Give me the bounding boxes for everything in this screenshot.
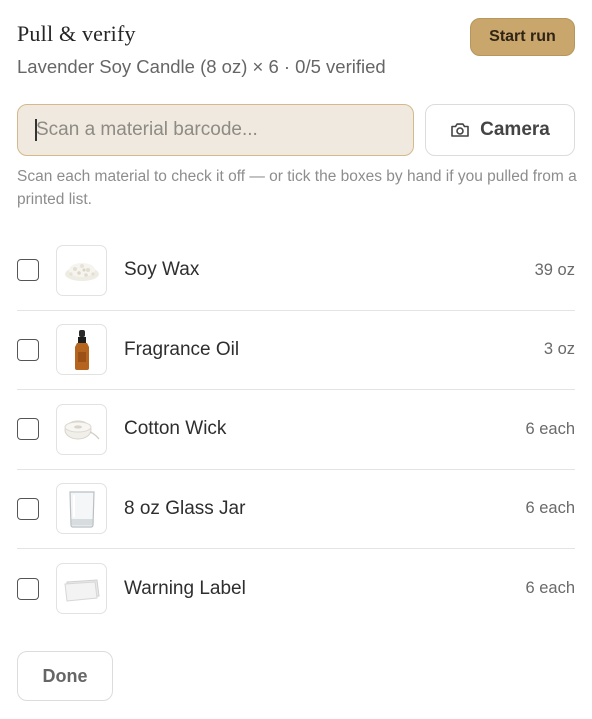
list-item: 8 oz Glass Jar 6 each: [17, 470, 575, 549]
material-name: Cotton Wick: [124, 418, 227, 440]
material-checkbox[interactable]: [17, 418, 39, 441]
material-name: Warning Label: [124, 577, 246, 599]
amber-dropper-bottle-icon: [56, 324, 107, 376]
material-quantity: 6 each: [525, 499, 575, 518]
camera-button-label: Camera: [480, 119, 550, 140]
material-checkbox[interactable]: [17, 338, 39, 361]
barcode-scan-input[interactable]: [17, 104, 414, 156]
material-quantity: 6 each: [525, 579, 575, 598]
done-button[interactable]: Done: [17, 651, 113, 701]
list-item: Cotton Wick 6 each: [17, 390, 575, 470]
soy-wax-flakes-icon: [56, 244, 107, 296]
material-name: 8 oz Glass Jar: [124, 497, 246, 519]
material-name: Fragrance Oil: [124, 338, 240, 360]
material-checkbox[interactable]: [17, 259, 39, 282]
run-subtitle: Lavender Soy Candle (8 oz) × 6 · 0/5 ver…: [17, 56, 386, 77]
material-quantity: 3 oz: [543, 340, 575, 359]
glass-jar-icon: [56, 483, 107, 535]
scan-hint: Scan each material to check it off — or …: [17, 168, 577, 208]
label-sticker-icon: [56, 563, 107, 615]
material-name: Soy Wax: [124, 259, 200, 281]
camera-icon: [450, 122, 470, 138]
material-checkbox[interactable]: [17, 497, 39, 520]
list-item: Fragrance Oil 3 oz: [17, 311, 575, 390]
scan-row: Camera: [17, 104, 575, 156]
material-quantity: 6 each: [525, 419, 575, 438]
material-quantity: 39 oz: [534, 260, 575, 279]
camera-button[interactable]: Camera: [425, 104, 575, 156]
materials-list: Soy Wax 39 oz Fragrance Oil 3 oz Cotton: [17, 231, 575, 629]
header: Pull & verify Lavender Soy Candle (8 oz)…: [17, 18, 575, 80]
material-checkbox[interactable]: [17, 577, 39, 600]
text-caret: [35, 119, 37, 141]
start-run-button[interactable]: Start run: [470, 18, 575, 56]
list-item: Soy Wax 39 oz: [17, 231, 575, 311]
list-item: Warning Label 6 each: [17, 549, 575, 629]
wick-spool-icon: [56, 403, 107, 455]
page-title: Pull & verify: [17, 21, 136, 46]
